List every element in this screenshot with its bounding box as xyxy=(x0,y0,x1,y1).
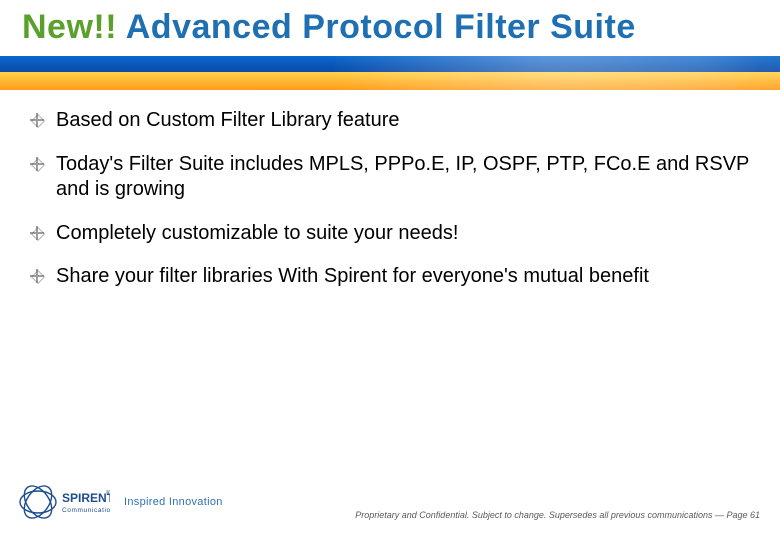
list-item: Today's Filter Suite includes MPLS, PPPo… xyxy=(30,152,750,203)
logo-brand-text: SPIRENT xyxy=(62,491,110,505)
title-rest: Advanced Protocol Filter Suite xyxy=(117,8,636,46)
bullet-text: Completely customizable to suite your ne… xyxy=(56,222,458,244)
spirent-logo-icon: SPIRENT ® Communications xyxy=(18,482,110,522)
bullet-text: Today's Filter Suite includes MPLS, PPPo… xyxy=(56,153,749,201)
bullet-text: Share your filter libraries With Spirent… xyxy=(56,265,649,287)
list-item: Based on Custom Filter Library feature xyxy=(30,108,750,134)
list-item: Completely customizable to suite your ne… xyxy=(30,221,750,247)
bullet-text: Based on Custom Filter Library feature xyxy=(56,109,400,131)
logo-sub-text: Communications xyxy=(62,507,110,514)
footer: SPIRENT ® Communications Inspired Innova… xyxy=(0,470,780,540)
slide-title: New!! Advanced Protocol Filter Suite xyxy=(22,8,758,47)
footer-note: Proprietary and Confidential. Subject to… xyxy=(355,510,760,520)
logo-block: SPIRENT ® Communications Inspired Innova… xyxy=(18,482,223,522)
title-container: New!! Advanced Protocol Filter Suite xyxy=(22,8,758,47)
slide: New!! Advanced Protocol Filter Suite Bas… xyxy=(0,0,780,540)
list-item: Share your filter libraries With Spirent… xyxy=(30,264,750,290)
bullet-list: Based on Custom Filter Library feature T… xyxy=(30,108,750,290)
logo-tagline: Inspired Innovation xyxy=(124,496,223,508)
logo-mark: ® xyxy=(106,490,110,497)
title-new-prefix: New!! xyxy=(22,8,117,46)
content-area: Based on Custom Filter Library feature T… xyxy=(0,90,780,290)
